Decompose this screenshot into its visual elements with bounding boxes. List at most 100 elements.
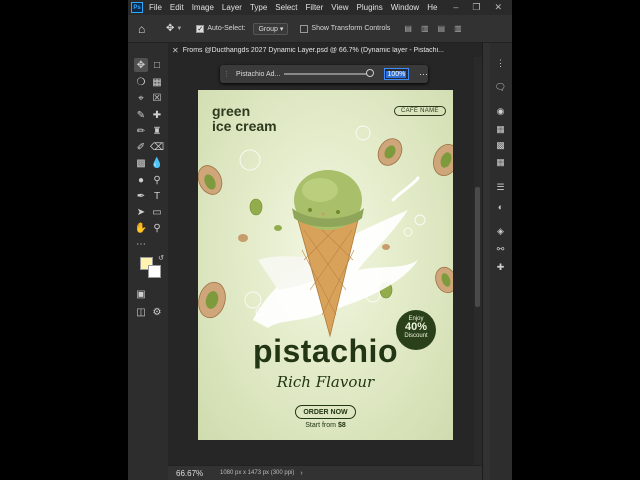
poster-artwork[interactable]: green ice cream CAFÉ NAME Enjoy 40% Disc… (198, 90, 453, 440)
crop-tool-icon[interactable]: ⌖ (134, 91, 148, 105)
pistachio-kernel (249, 198, 263, 216)
home-icon[interactable]: ⌂ (138, 22, 154, 36)
adjustments-icon[interactable]: ◐ (494, 200, 507, 213)
dodge-tool-icon[interactable]: ● (134, 173, 148, 187)
healing-brush-icon[interactable]: ✚ (150, 108, 164, 122)
lasso-tool-icon[interactable]: ❍ (134, 75, 148, 89)
eraser-tool-icon[interactable]: ⌫ (150, 140, 164, 154)
cafe-name-badge: CAFÉ NAME (394, 106, 446, 116)
close-icon[interactable]: ✕ (494, 2, 502, 13)
align-left-icon[interactable]: ▤ (404, 24, 412, 33)
photoshop-window: Ps File Edit Image Layer Type Select Fil… (128, 0, 512, 480)
screen-mode-icon[interactable]: ◫ (134, 305, 148, 319)
auto-select-checkbox[interactable]: ✓ (196, 24, 205, 33)
comments-icon[interactable]: 🗨 (494, 81, 507, 94)
menu-help[interactable]: He (427, 3, 437, 12)
gradient-tool-icon[interactable]: ▩ (134, 156, 148, 170)
quick-mask-icon[interactable]: ▣ (134, 287, 148, 301)
pistachio (198, 165, 223, 195)
patterns-icon[interactable]: ▦ (494, 156, 507, 169)
swap-colors-icon[interactable]: ↺ (154, 251, 168, 265)
zoom-tool-icon[interactable]: ⚲ (150, 221, 164, 235)
layers-icon[interactable]: ◈ (494, 225, 507, 238)
auto-select-dropdown[interactable]: Group ▾ (253, 22, 289, 35)
blur-tool-icon[interactable]: 💧 (150, 156, 164, 170)
clone-stamp-icon[interactable]: ♜ (150, 124, 164, 138)
document-tab-title: Froms @Ducthangds 2027 Dynamic Layer.psd… (182, 46, 444, 54)
opacity-value: 100% (386, 70, 407, 78)
document-tab[interactable]: ✕ Froms @Ducthangds 2027 Dynamic Layer.p… (168, 43, 482, 57)
pistachio-kernel (274, 225, 282, 231)
grip-icon[interactable]: ⋮ (223, 70, 230, 78)
tools-panel: ✥ □ ❍ ▦ ⌖ ☒ ✎ ✚ ✏ ♜ ✐ ⌫ ▩ 💧 ● ⚲ ✒ T ➤ ▭ … (128, 43, 168, 480)
history-brush-icon[interactable]: ✐ (134, 140, 148, 154)
transform-controls-label: Show Transform Controls (311, 25, 391, 32)
chevron-right-icon[interactable]: › (300, 470, 302, 477)
swatches-icon[interactable]: ▦ (494, 123, 507, 136)
object-select-tool-icon[interactable]: ▦ (150, 75, 164, 89)
menu-select[interactable]: Select (275, 3, 297, 12)
heading-line-1: green (212, 103, 251, 119)
menu-view[interactable]: View (331, 3, 348, 12)
restore-icon[interactable]: ❐ (472, 2, 480, 13)
rectangle-tool-icon[interactable]: ▭ (150, 205, 164, 219)
menu-file[interactable]: File (149, 3, 162, 12)
bubble (403, 227, 413, 237)
window-controls: – ❐ ✕ (453, 2, 502, 13)
align-top-icon[interactable]: ▥ (454, 24, 462, 33)
more-options-icon[interactable]: ⋯ (419, 69, 428, 80)
frame-tool-icon[interactable]: ☒ (150, 91, 164, 105)
close-tab-icon[interactable]: ✕ (172, 46, 179, 55)
hand-tool-icon[interactable]: ✋ (134, 221, 148, 235)
opacity-slider[interactable] (284, 69, 374, 77)
background-color-swatch[interactable] (148, 265, 161, 278)
canvas-area[interactable]: ⋮ Pistachio Ad... 100% ⋯ green ice cream… (168, 57, 474, 465)
layer-name: Pistachio Ad... (236, 70, 281, 78)
marquee-tool-icon[interactable]: □ (150, 58, 164, 72)
menu-filter[interactable]: Filter (306, 3, 324, 12)
options-bar: ⌂ ✥ ▼ ✓ Auto-Select: Group ▾ Show Transf… (128, 15, 512, 43)
align-icons: ▤ ▥ ▤ ▥ (404, 24, 461, 33)
minimize-icon[interactable]: – (453, 2, 458, 13)
auto-select-label: Auto-Select: (207, 25, 246, 32)
chevron-down-icon[interactable]: ▼ (176, 26, 182, 32)
opacity-slider-handle[interactable] (365, 69, 374, 77)
zoom-level[interactable]: 66.67% (176, 469, 212, 478)
pistachio-kernel (382, 244, 390, 250)
eyedropper-tool-icon[interactable]: ✎ (134, 108, 148, 122)
scoop-highlight (302, 178, 338, 202)
move-tool-icon[interactable]: ✥ (166, 23, 174, 34)
share-icon[interactable]: ⚙ (150, 305, 164, 319)
gradients-icon[interactable]: ▩ (494, 139, 507, 152)
path-select-tool-icon[interactable]: ➤ (134, 205, 148, 219)
pistachio (435, 266, 453, 294)
brush-tool-icon[interactable]: ✏ (134, 124, 148, 138)
bubble (414, 214, 426, 226)
type-tool-icon[interactable]: T (150, 189, 164, 203)
transform-controls-checkbox[interactable] (300, 24, 309, 33)
menu-layer[interactable]: Layer (222, 3, 242, 12)
status-bar: 66.67% 1080 px x 1473 px (300 ppi) › (168, 465, 482, 480)
properties-icon[interactable]: ☰ (494, 181, 507, 194)
collapse-panels-icon[interactable]: ⋮ (494, 57, 507, 70)
menu-window[interactable]: Window (391, 3, 419, 12)
paths-icon[interactable]: ✚ (494, 261, 507, 274)
menu-type[interactable]: Type (250, 3, 267, 12)
bubble (355, 125, 371, 141)
order-now-button: ORDER NOW (295, 405, 356, 419)
menu-edit[interactable]: Edit (170, 3, 184, 12)
heading-line-2: ice cream (212, 118, 277, 134)
vertical-scrollbar[interactable] (474, 57, 482, 465)
align-center-icon[interactable]: ▥ (421, 24, 429, 33)
color-icon[interactable]: ◉ (494, 105, 507, 118)
pen-tool-icon[interactable]: ✒ (134, 189, 148, 203)
move-tool-icon[interactable]: ✥ (134, 58, 148, 72)
more-tools-icon[interactable]: ⋯ (134, 237, 148, 251)
menu-plugins[interactable]: Plugins (357, 3, 383, 12)
scrollbar-thumb[interactable] (475, 187, 480, 307)
channels-icon[interactable]: ⚯ (494, 243, 507, 256)
menu-image[interactable]: Image (192, 3, 214, 12)
align-right-icon[interactable]: ▤ (438, 24, 446, 33)
sponge-tool-icon[interactable]: ⚲ (150, 173, 164, 187)
opacity-input[interactable]: 100% (383, 68, 409, 80)
